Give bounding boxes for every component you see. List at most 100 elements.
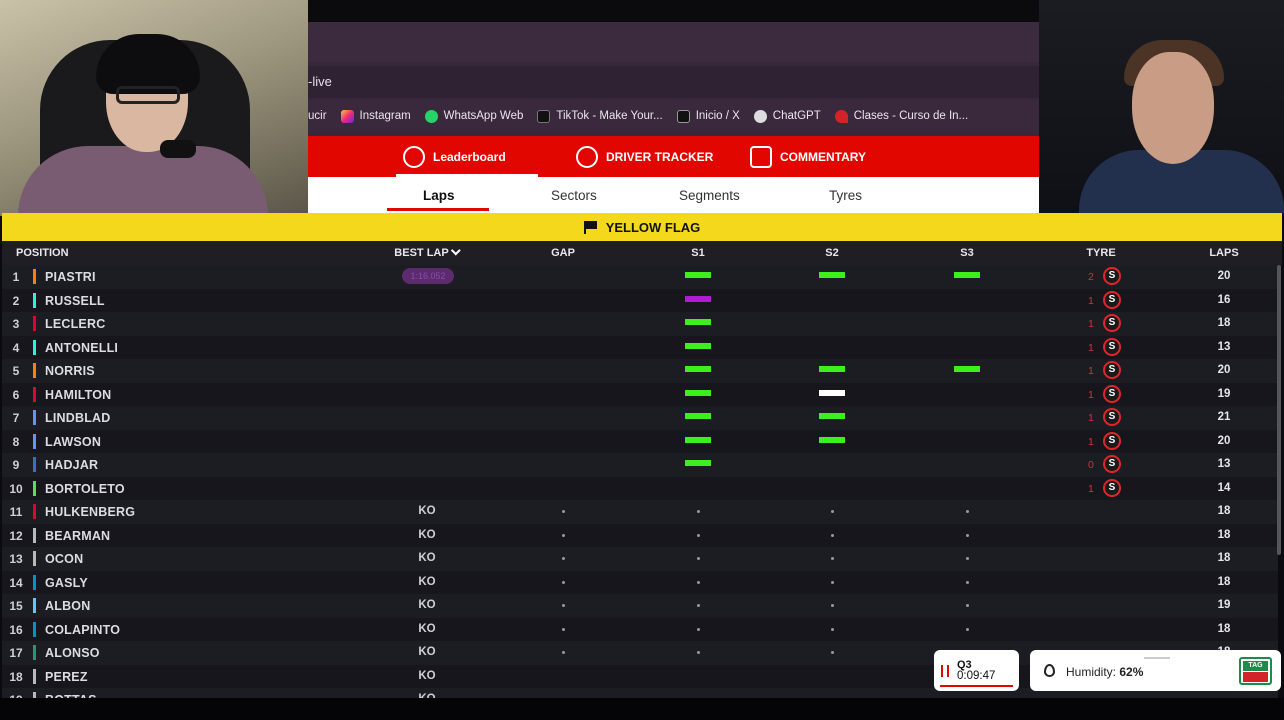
row-position: 10 — [9, 481, 23, 496]
row-position: 12 — [9, 528, 23, 543]
col-best-lap-label: BEST LAP — [394, 247, 449, 259]
row-laps: 18 — [1217, 505, 1231, 517]
bookmark-item[interactable]: Instagram — [340, 109, 411, 123]
row-best-lap: KO — [418, 552, 436, 564]
chevron-down-icon — [451, 245, 462, 256]
tab-laps[interactable]: Laps — [423, 188, 455, 203]
row-driver-name[interactable]: BEARMAN — [45, 529, 110, 543]
table-row[interactable]: 4 ANTONELLI 1 S 13 — [2, 335, 1278, 359]
tracker-icon — [576, 146, 598, 168]
bookmark-item[interactable]: Clases - Curso de In... — [834, 109, 968, 123]
humidity-value: 62% — [1119, 665, 1144, 679]
row-driver-name[interactable]: LAWSON — [45, 435, 101, 449]
row-driver-name[interactable]: RUSSELL — [45, 294, 105, 308]
s1-sector-bar — [685, 295, 711, 302]
col-best-lap[interactable]: BEST LAP — [394, 245, 462, 259]
team-color-bar — [33, 668, 36, 684]
s1-empty-dot — [697, 557, 700, 560]
col-s1: S1 — [691, 247, 705, 259]
row-driver-name[interactable]: LECLERC — [45, 317, 105, 331]
team-color-bar — [33, 363, 36, 378]
table-row[interactable]: 15 ALBON KO 19 — [2, 594, 1278, 618]
col-laps: LAPS — [1209, 247, 1239, 259]
table-row[interactable]: 16 COLAPINTO KO 18 — [2, 617, 1278, 641]
table-row[interactable]: 11 HULKENBERG KO 18 — [2, 500, 1278, 524]
s3-empty-dot — [966, 580, 969, 584]
gap-empty-dot — [562, 533, 565, 537]
row-best-lap: KO — [418, 505, 436, 517]
session-icon — [941, 665, 949, 677]
row-driver-name[interactable]: BORTOLETO — [45, 482, 125, 496]
row-driver-name[interactable]: HADJAR — [45, 458, 98, 472]
address-bar[interactable]: -live — [308, 66, 1039, 98]
tyre-age: 1 — [1088, 435, 1094, 448]
row-driver-name[interactable]: OCON — [45, 552, 83, 566]
row-driver-name[interactable]: GASLY — [45, 576, 88, 590]
row-driver-name[interactable]: PEREZ — [45, 670, 88, 684]
row-laps: 20 — [1217, 270, 1231, 282]
s2-sector-bar — [819, 366, 845, 372]
s1-sector-bar — [685, 319, 711, 325]
row-position: 6 — [12, 387, 20, 402]
bookmark-item[interactable]: ucir — [308, 110, 327, 122]
row-driver-name[interactable]: NORRIS — [45, 364, 95, 378]
nav-commentary[interactable]: COMMENTARY — [750, 146, 866, 168]
row-driver-name[interactable]: ALONSO — [45, 646, 100, 660]
team-color-bar — [33, 527, 36, 543]
nav-driver-tracker[interactable]: DRIVER TRACKER — [576, 146, 713, 168]
scrollbar[interactable] — [1277, 265, 1281, 555]
bookmarks-bar: ucir Instagram WhatsApp Web TikTok - Make Y… — [308, 100, 1039, 132]
table-row[interactable]: 8 LAWSON 1 S 20 — [2, 429, 1278, 453]
row-driver-name[interactable]: LINDBLAD — [45, 411, 110, 425]
table-row[interactable]: 13 OCON KO 18 — [2, 547, 1278, 571]
tab-bar[interactable] — [308, 22, 1039, 62]
tyre-age: 1 — [1088, 482, 1094, 495]
table-row[interactable]: 12 BEARMAN KO 18 — [2, 523, 1278, 547]
soft-tyre-icon: S — [1103, 455, 1121, 473]
s1-sector-bar — [685, 460, 711, 466]
s2-empty-dot — [831, 557, 834, 560]
table-row[interactable]: 7 LINDBLAD 1 S 21 — [2, 406, 1278, 430]
s2-sector-bar — [819, 389, 845, 396]
s1-empty-dot — [697, 510, 700, 513]
table-row[interactable]: 14 GASLY KO 18 — [2, 570, 1278, 594]
row-driver-name[interactable]: COLAPINTO — [45, 623, 120, 637]
tab-segments[interactable]: Segments — [679, 188, 740, 203]
bookmark-item[interactable]: WhatsApp Web — [424, 109, 523, 123]
row-driver-name[interactable]: HAMILTON — [45, 388, 111, 402]
nav-leaderboard[interactable]: Leaderboard — [403, 146, 506, 168]
track-status-banner: YELLOW FLAG — [2, 213, 1282, 241]
f1-live-nav: Leaderboard DRIVER TRACKER COMMENTARY — [308, 136, 1039, 177]
address-text: -live — [308, 74, 332, 89]
table-row[interactable]: 1 PIASTRI 1:16.052 2 S 20 — [2, 265, 1278, 289]
row-driver-name[interactable]: ANTONELLI — [45, 341, 118, 355]
chatgpt-icon — [753, 109, 767, 123]
tab-sectors[interactable]: Sectors — [551, 188, 597, 203]
chat-icon — [750, 146, 772, 168]
s1-sector-bar — [685, 272, 711, 278]
gap-empty-dot — [562, 557, 565, 560]
row-position: 11 — [9, 505, 23, 519]
s1-sector-bar — [685, 342, 711, 349]
s3-empty-dot — [966, 510, 969, 513]
tyre-age: 0 — [1088, 459, 1094, 471]
bookmark-item[interactable]: TikTok - Make Your... — [537, 109, 663, 123]
subtab-active-indicator — [387, 208, 489, 211]
bookmark-item[interactable]: Inicio / X — [676, 109, 740, 123]
tab-tyres[interactable]: Tyres — [829, 188, 862, 203]
row-driver-name[interactable]: HULKENBERG — [45, 505, 135, 519]
s1-empty-dot — [697, 651, 700, 654]
table-row[interactable]: 10 BORTOLETO 1 S 14 — [2, 476, 1278, 500]
table-row[interactable]: 2 RUSSELL 1 S 16 — [2, 288, 1278, 312]
session-time: 0:09:47 — [957, 670, 996, 682]
row-driver-name[interactable]: ALBON — [45, 599, 90, 613]
row-position: 14 — [9, 575, 23, 590]
table-row[interactable]: 5 NORRIS 1 S 20 — [2, 359, 1278, 383]
table-row[interactable]: 9 HADJAR 0 S 13 — [2, 453, 1278, 477]
team-color-bar — [33, 410, 36, 425]
bookmark-item[interactable]: ChatGPT — [753, 109, 821, 123]
course-icon — [834, 109, 848, 123]
row-driver-name[interactable]: PIASTRI — [45, 270, 96, 284]
table-row[interactable]: 6 HAMILTON 1 S 19 — [2, 382, 1278, 406]
table-row[interactable]: 3 LECLERC 1 S 18 — [2, 312, 1278, 336]
